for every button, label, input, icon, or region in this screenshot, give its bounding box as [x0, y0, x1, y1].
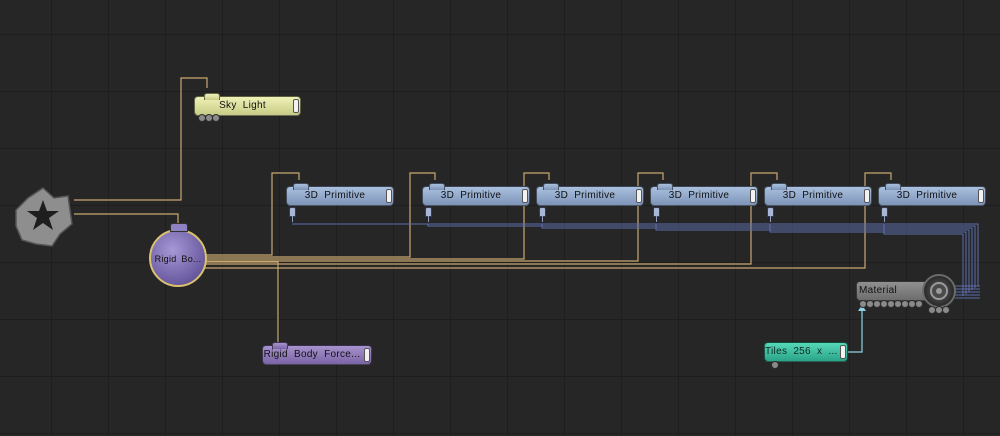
- node-end-cap: [864, 189, 870, 203]
- node-end-cap: [840, 345, 846, 359]
- rigid-body-node[interactable]: Rigid Bo...: [149, 229, 207, 287]
- node-end-cap: [522, 189, 528, 203]
- material-node[interactable]: Material: [856, 281, 930, 301]
- node-end-cap: [293, 99, 299, 113]
- rigid-body-force-node[interactable]: Rigid Body Force...: [262, 342, 372, 365]
- primitive-node-1[interactable]: 3D Primitive: [286, 183, 394, 206]
- pin-stem: [428, 216, 429, 222]
- primitive-node-4[interactable]: 3D Primitive: [650, 183, 758, 206]
- node-end-cap: [750, 189, 756, 203]
- sky-light-port-3[interactable]: [212, 114, 220, 122]
- material-port-12[interactable]: [942, 306, 950, 314]
- material-ball-icon: [922, 274, 956, 308]
- material-label: Material: [859, 285, 897, 296]
- node-end-cap: [364, 348, 370, 362]
- node-end-cap: [386, 189, 392, 203]
- node-end-cap: [978, 189, 984, 203]
- sky-light-node[interactable]: Sky Light: [194, 93, 301, 116]
- primitive-node-6[interactable]: 3D Primitive: [878, 183, 986, 206]
- tiles-label: Tiles 256 x ...: [765, 346, 838, 357]
- material-port-9[interactable]: [915, 300, 923, 308]
- tiles-node[interactable]: Tiles 256 x ...: [764, 342, 848, 362]
- tiles-port[interactable]: [771, 361, 779, 369]
- pin-stem: [542, 216, 543, 222]
- primitive-node-2[interactable]: 3D Primitive: [422, 183, 530, 206]
- pin-stem: [292, 216, 293, 222]
- star-cog-icon[interactable]: [12, 186, 74, 248]
- node-end-cap: [636, 189, 642, 203]
- pin-stem: [770, 216, 771, 222]
- wire-layer: [74, 77, 980, 353]
- pin-stem: [656, 216, 657, 222]
- pin-stem: [884, 216, 885, 222]
- primitive-node-3[interactable]: 3D Primitive: [536, 183, 644, 206]
- primitive-node-5[interactable]: 3D Primitive: [764, 183, 872, 206]
- rigid-body-label: Rigid Bo...: [154, 254, 202, 264]
- rigid-body-input-tab[interactable]: [170, 223, 188, 232]
